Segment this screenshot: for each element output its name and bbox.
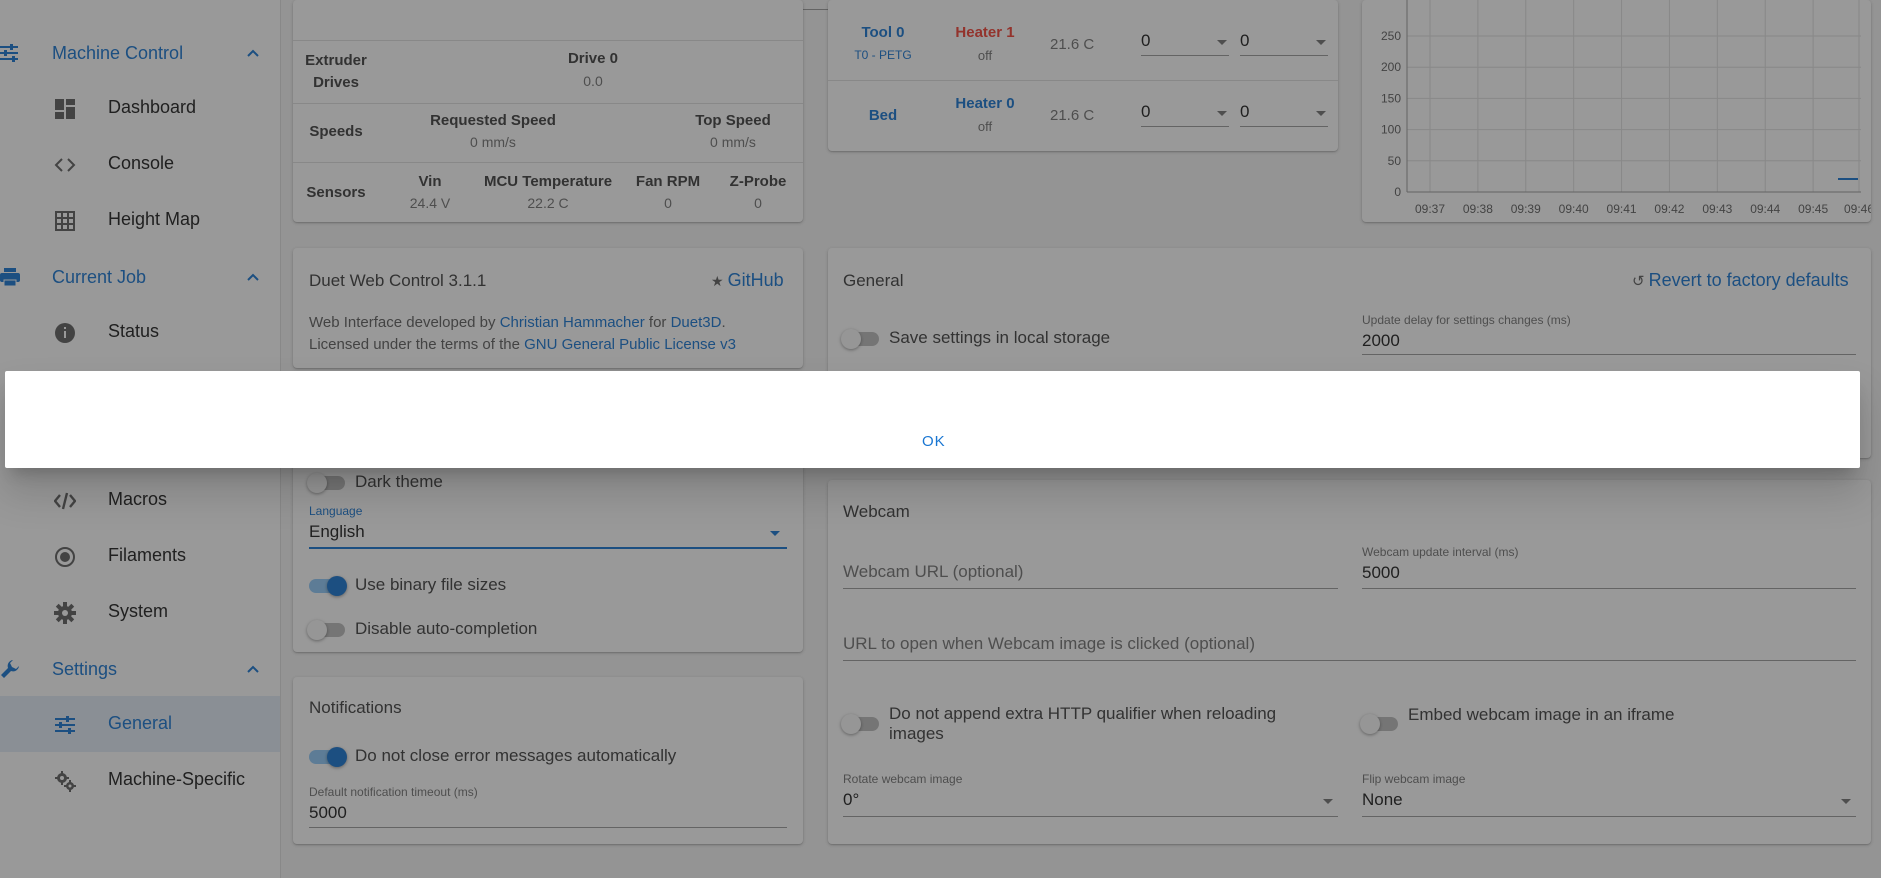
dialog-ok-button[interactable]: OK <box>922 433 946 450</box>
dialog: OK <box>5 371 1860 468</box>
